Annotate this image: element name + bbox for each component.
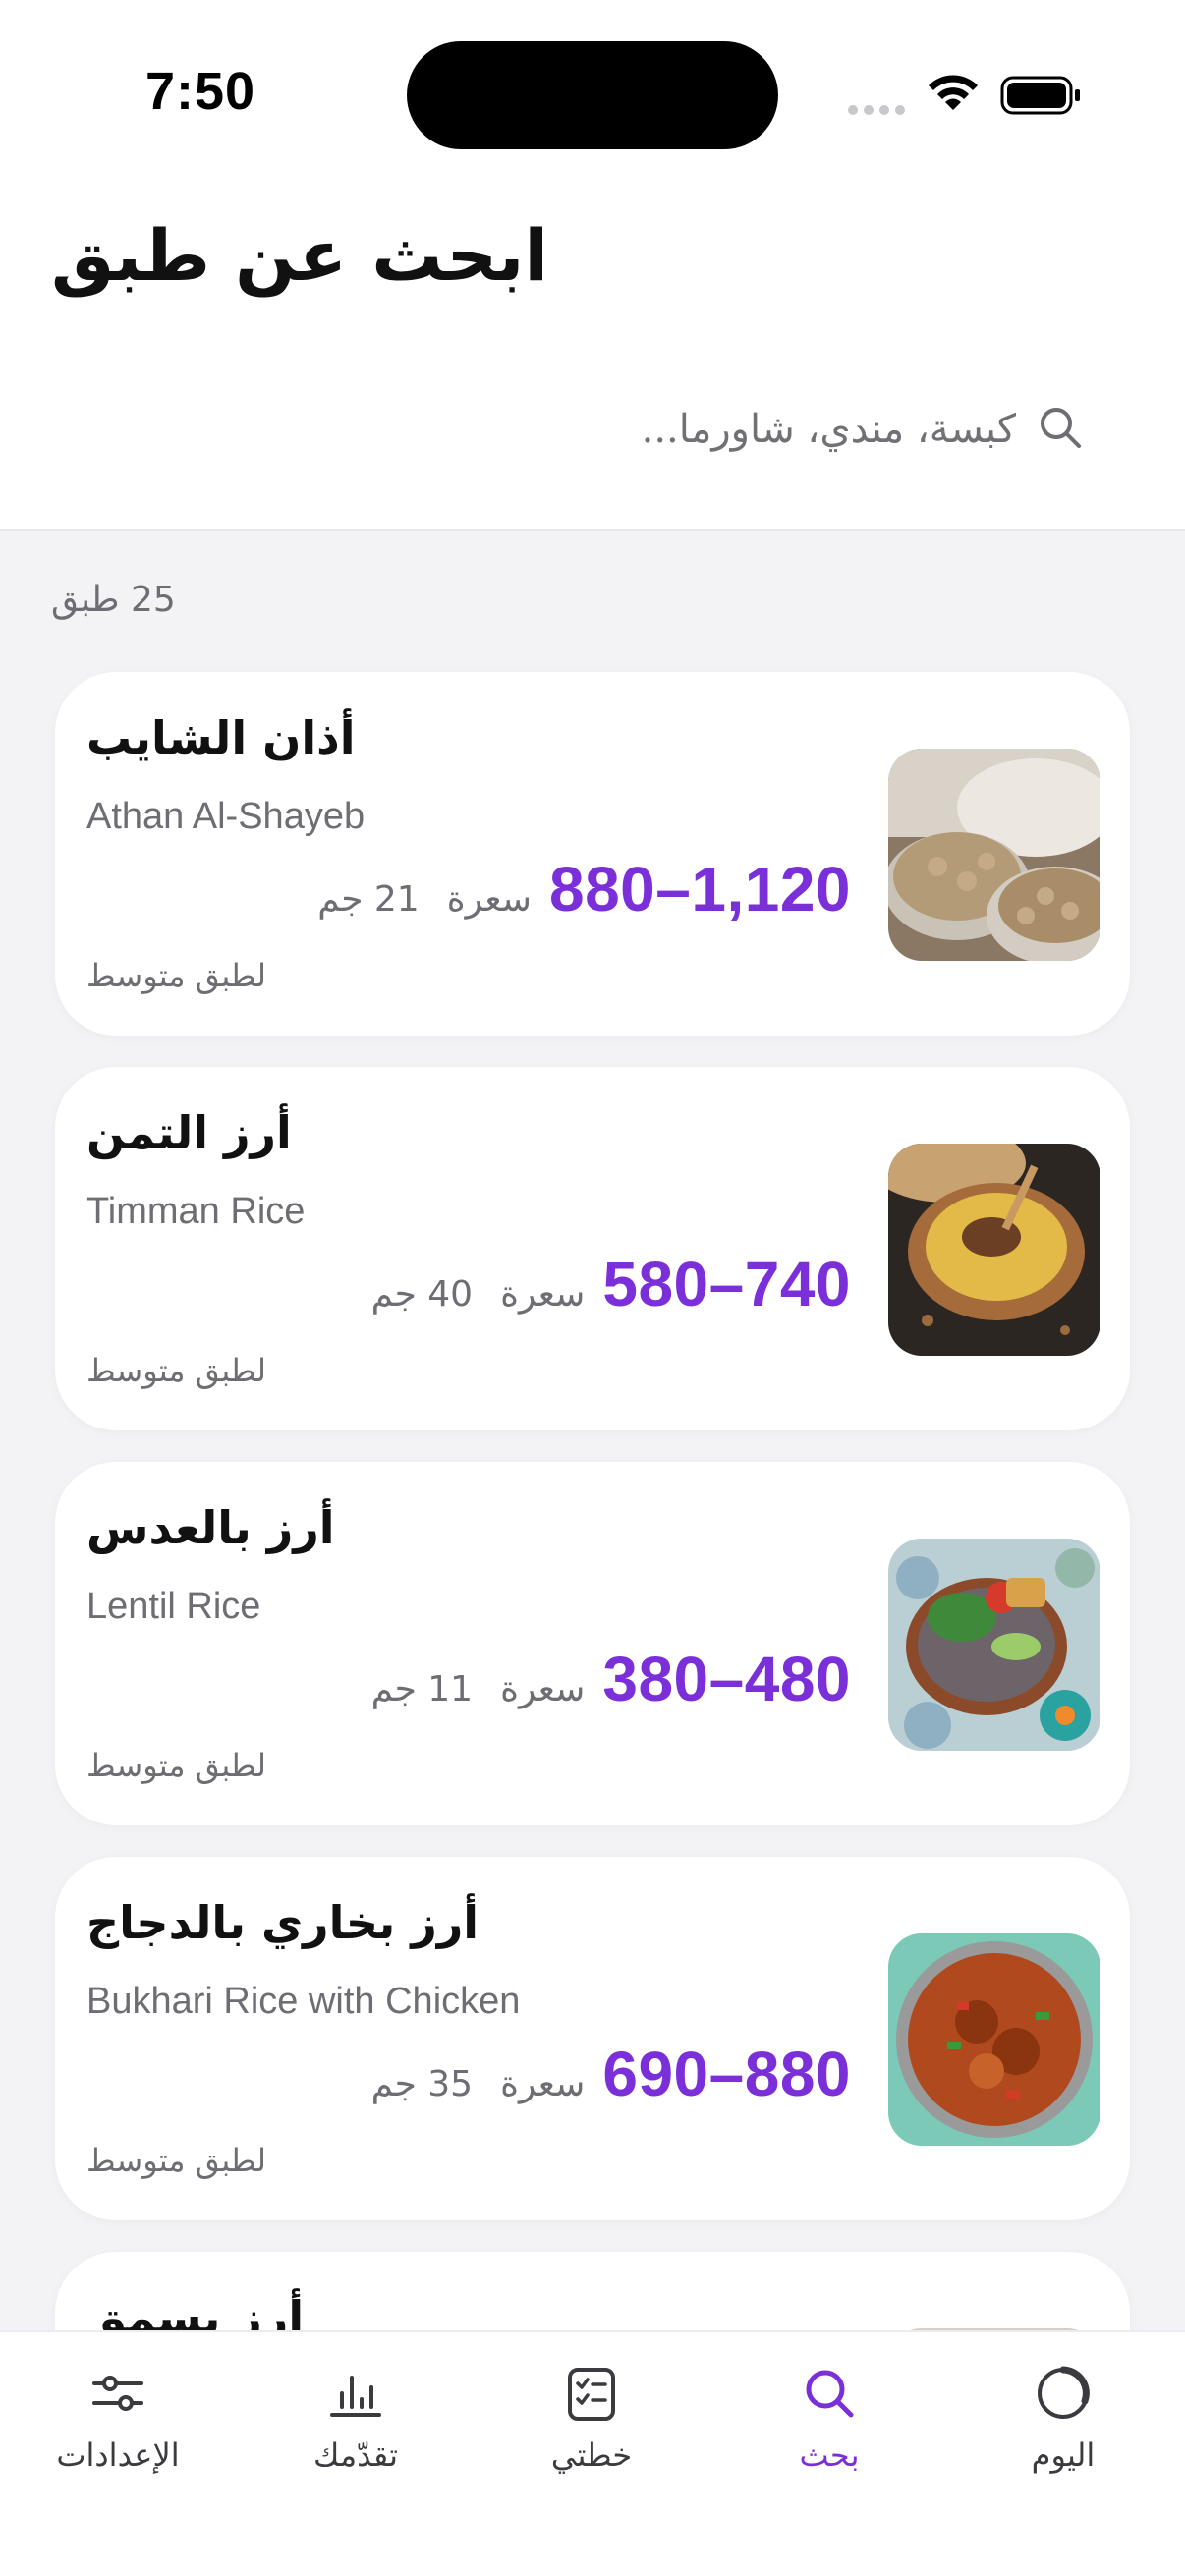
dish-metrics: 11 جم سعرة 380–480 [371,1643,851,1721]
app-screen: 7:50 ابحث عن طبق 25 طبق [0,0,1185,2576]
result-count: 25 طبق [51,580,176,620]
dish-card[interactable]: أرز التمن Timman Rice 40 جم سعرة 580–740… [55,1067,1130,1430]
tab-label: اليوم [1031,2436,1096,2474]
tab-today[interactable]: اليوم [965,2364,1161,2501]
dish-weight: 11 جم [370,1669,474,1709]
dish-image [888,1144,1100,1356]
search-bar[interactable] [51,385,1085,474]
calorie-unit: سعرة [446,879,532,920]
tab-plans[interactable]: خطتي [493,2364,690,2501]
dish-weight: 35 جم [370,2064,474,2104]
dish-weight: 40 جم [370,1274,474,1315]
portion-note: لطبق متوسط [86,1352,267,1389]
tab-progress[interactable]: تقدّمك [257,2364,454,2501]
status-time: 7:50 [145,62,256,121]
dish-image [888,1933,1100,2146]
dish-metrics: 21 جم سعرة 880–1,120 [317,853,851,931]
header: 7:50 ابحث عن طبق [0,0,1185,531]
dynamic-island [407,41,778,149]
dish-name-arabic: أرز التمن [86,1106,292,1159]
checklist-icon [568,2368,615,2421]
sliders-icon [92,2376,143,2411]
calorie-range: 880–1,120 [548,854,851,924]
dish-name-english: Bukhari Rice with Chicken [86,1981,521,2022]
dish-name-arabic: أرز بخاري بالدجاج [86,1896,480,1949]
dish-weight: 21 جم [317,879,420,920]
portion-note: لطبق متوسط [86,2142,267,2179]
bar-chart-icon [330,2376,381,2417]
calorie-range: 580–740 [602,1249,851,1319]
tab-label: تقدّمك [313,2436,398,2474]
dish-card[interactable]: أرز بخاري بالدجاج Bukhari Rice with Chic… [55,1857,1130,2220]
tab-settings[interactable]: الإعدادات [20,2364,216,2501]
calorie-unit: سعرة [500,1274,586,1315]
calorie-unit: سعرة [500,2064,586,2104]
dish-image [888,1539,1100,1751]
wifi-icon [929,75,978,110]
tab-search[interactable]: بحث [731,2364,928,2501]
tab-label: خطتي [550,2436,633,2474]
battery-icon [1000,76,1080,115]
cellular-signal-icon [848,105,905,115]
dish-name-english: Athan Al-Shayeb [86,796,366,837]
portion-note: لطبق متوسط [86,1747,267,1784]
dish-list: أذان الشايب Athan Al-Shayeb 21 جم سعرة 8… [55,672,1130,2431]
search-input[interactable] [132,397,1016,462]
calorie-range: 690–880 [602,2039,851,2109]
dish-name-english: Lentil Rice [86,1586,261,1627]
tab-label: بحث [799,2436,860,2474]
tab-label: الإعدادات [56,2436,180,2474]
dish-card[interactable]: أرز بالعدس Lentil Rice 11 جم سعرة 380–48… [55,1462,1130,1825]
dish-metrics: 40 جم سعرة 580–740 [371,1248,851,1326]
dish-metrics: 35 جم سعرة 690–880 [371,2038,851,2116]
page-title: ابحث عن طبق [51,214,549,297]
progress-ring-icon [1038,2366,1090,2419]
tab-bar: اليوم بحث خطتي تقدّمك الإعدادات [0,2330,1185,2576]
search-icon [1041,408,1081,448]
dish-card[interactable]: أذان الشايب Athan Al-Shayeb 21 جم سعرة 8… [55,672,1130,1036]
portion-note: لطبق متوسط [86,957,267,994]
dish-image [888,749,1100,961]
calorie-unit: سعرة [500,1669,586,1709]
search-icon [806,2370,854,2418]
calorie-range: 380–480 [602,1644,851,1714]
dish-name-arabic: أرز بالعدس [86,1501,335,1554]
dish-name-english: Timman Rice [86,1191,306,1232]
dish-name-arabic: أذان الشايب [86,711,356,764]
